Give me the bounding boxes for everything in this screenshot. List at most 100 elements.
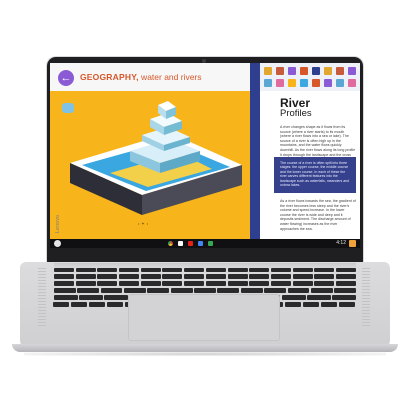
keyboard-key[interactable]: [194, 288, 216, 293]
keyboard-key[interactable]: [140, 274, 161, 279]
keyboard-key[interactable]: [249, 268, 270, 272]
keyboard-key[interactable]: [332, 295, 357, 300]
keyboard-key[interactable]: [53, 268, 74, 272]
keyboard-key[interactable]: [79, 295, 103, 300]
keyboard-key[interactable]: [53, 274, 74, 279]
keyboard-key[interactable]: [336, 281, 357, 286]
keyboard-key[interactable]: [100, 288, 123, 293]
play-store-icon[interactable]: [208, 241, 213, 246]
keyboard-key[interactable]: [184, 274, 205, 279]
keyboard-key[interactable]: [205, 268, 226, 272]
keyboard-key[interactable]: [75, 281, 96, 286]
keyboard-key[interactable]: [162, 274, 183, 279]
keyboard-key[interactable]: [97, 274, 118, 279]
title-bold: GEOGRAPHY,: [80, 72, 139, 82]
keyboard-key[interactable]: [118, 281, 140, 286]
keyboard-key[interactable]: [336, 274, 357, 279]
keyboard-key[interactable]: [71, 302, 87, 307]
illustration-panel: • ✦ •: [50, 91, 250, 239]
keyboard-key[interactable]: [205, 281, 226, 286]
keyboard-key[interactable]: [227, 274, 248, 279]
keyboard-key[interactable]: [205, 274, 226, 279]
keyboard-key[interactable]: [184, 268, 205, 272]
speaker-left: [38, 268, 46, 326]
keyboard-key[interactable]: [292, 274, 313, 279]
keyboard-key[interactable]: [104, 295, 129, 300]
keyboard-key[interactable]: [162, 268, 183, 272]
keyboard-key[interactable]: [227, 281, 248, 286]
bezel-logo: Lenovo: [55, 214, 61, 233]
keyboard-key[interactable]: [53, 281, 74, 286]
youtube-icon[interactable]: [188, 241, 193, 246]
base-front-edge: [12, 344, 398, 352]
keyboard-key[interactable]: [270, 268, 292, 272]
keyboard-key[interactable]: [89, 302, 105, 307]
keyboard-key[interactable]: [227, 268, 248, 272]
keyboard-key[interactable]: [334, 288, 357, 293]
laptop-lid: ← GEOGRAPHY, water and rivers • ✦ • Rive…: [47, 57, 363, 263]
keyboard-key[interactable]: [184, 281, 205, 286]
chrome-icon[interactable]: [168, 241, 173, 246]
keyboard-key[interactable]: [53, 288, 76, 293]
keyboard-key[interactable]: [249, 274, 270, 279]
highlight-box: The course of a river is often split int…: [274, 157, 356, 193]
article-panel: River Profiles A river changes shape as …: [260, 91, 360, 239]
keyboard-key[interactable]: [140, 281, 161, 286]
touchpad[interactable]: [128, 294, 280, 341]
keyboard-key[interactable]: [53, 302, 69, 307]
keyboard-key[interactable]: [270, 274, 292, 279]
panel-stripe: [250, 63, 260, 239]
app-header: ← GEOGRAPHY, water and rivers: [50, 63, 250, 91]
keyboard-key[interactable]: [314, 281, 335, 286]
taskbar: 4:12: [50, 239, 360, 248]
speaker-right: [362, 268, 370, 326]
keyboard-key[interactable]: [118, 268, 140, 272]
keyboard-key[interactable]: [314, 274, 335, 279]
screen: ← GEOGRAPHY, water and rivers • ✦ • Rive…: [50, 63, 360, 248]
files-icon[interactable]: [198, 241, 203, 246]
keyboard-key[interactable]: [147, 288, 170, 293]
keyboard-key[interactable]: [97, 281, 118, 286]
article-subtitle: Profiles: [280, 108, 312, 119]
title-rest: water and rivers: [138, 72, 202, 82]
keyboard-key[interactable]: [321, 302, 337, 307]
keyboard-key[interactable]: [123, 288, 146, 293]
keyboard-key[interactable]: [249, 281, 270, 286]
back-button[interactable]: ←: [58, 70, 74, 86]
keyboard-key[interactable]: [77, 288, 99, 293]
keyboard-key[interactable]: [217, 288, 240, 293]
keyboard-key[interactable]: [75, 274, 96, 279]
keyboard-key[interactable]: [270, 281, 292, 286]
keyboard-key[interactable]: [339, 302, 355, 307]
keyboard-key[interactable]: [118, 274, 140, 279]
illustration-caption: • ✦ •: [138, 221, 149, 226]
keyboard-key[interactable]: [314, 268, 335, 272]
system-clock[interactable]: 4:12: [336, 240, 346, 246]
keyboard-key[interactable]: [240, 288, 263, 293]
keyboard-key[interactable]: [97, 268, 118, 272]
keyboard-key[interactable]: [307, 295, 331, 300]
keyboard-key[interactable]: [336, 268, 357, 272]
keyboard-key[interactable]: [311, 288, 333, 293]
launcher-icon[interactable]: [54, 240, 61, 247]
keyboard-key[interactable]: [170, 288, 193, 293]
river-terrain-illustration: [70, 101, 242, 215]
keyboard-key[interactable]: [75, 268, 96, 272]
keyboard-key[interactable]: [285, 302, 301, 307]
article-paragraph: As a river flows towards the sea, the gr…: [280, 199, 356, 231]
keyboard-key[interactable]: [287, 288, 310, 293]
laptop-shadow: [24, 352, 386, 356]
keyboard-key[interactable]: [281, 295, 306, 300]
gmail-icon[interactable]: [178, 241, 183, 246]
keyboard-key[interactable]: [162, 281, 183, 286]
keyboard-key[interactable]: [140, 268, 161, 272]
keyboard-key[interactable]: [107, 302, 123, 307]
keyboard-key[interactable]: [53, 295, 78, 300]
page-title: GEOGRAPHY, water and rivers: [80, 72, 202, 82]
arrow-left-icon: ←: [60, 72, 72, 84]
keyboard-key[interactable]: [292, 268, 313, 272]
keyboard-key[interactable]: [292, 281, 313, 286]
keyboard-key[interactable]: [264, 288, 287, 293]
keyboard-key[interactable]: [303, 302, 319, 307]
user-avatar[interactable]: [349, 240, 356, 247]
